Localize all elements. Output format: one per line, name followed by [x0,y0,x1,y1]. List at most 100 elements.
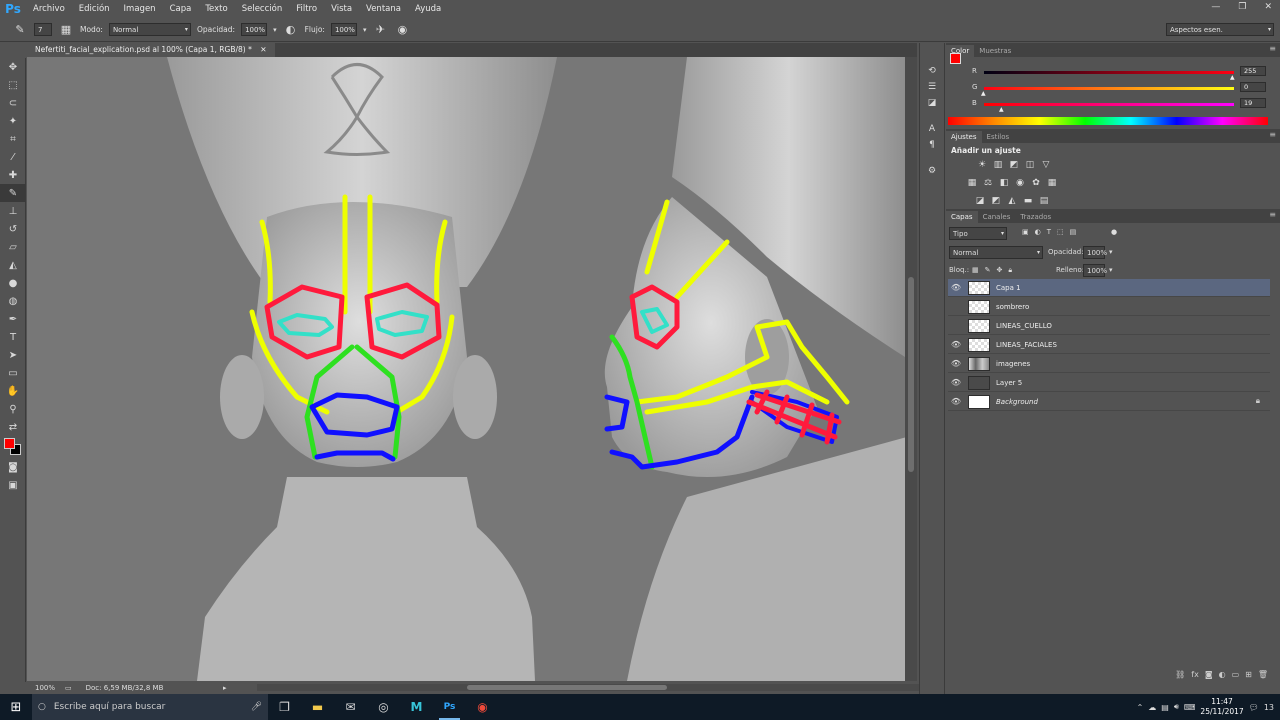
paragraph-panel-icon[interactable]: ¶ [920,137,944,153]
clock[interactable]: 11:47 25/11/2017 [1200,697,1243,717]
chrome-icon[interactable]: ◉ [466,694,499,720]
screen-mode-icon[interactable]: ▣ [0,476,26,494]
fill-input[interactable]: 100% [1083,264,1107,277]
selective-color-icon[interactable]: ▤ [1038,195,1050,207]
visibility-eye-icon[interactable]: 👁︎ [948,397,964,406]
filter-type-icon[interactable]: T [1047,228,1051,236]
mail-icon[interactable]: ✉ [334,694,367,720]
tab-muestras[interactable]: Muestras [974,45,1016,57]
add-mask-icon[interactable]: ◙ [1205,670,1213,684]
panel-menu-icon[interactable]: ≡ [1269,210,1276,219]
lock-transparent-icon[interactable]: ▦ [972,266,979,275]
slider-r[interactable]: R ▲ 255 [972,66,1272,81]
slider-r-caret-icon[interactable]: ▲ [1230,74,1235,81]
layer-row[interactable]: sombrero [948,298,1270,316]
brush-settings-icon[interactable]: ⚙ [920,163,944,179]
close-icon[interactable]: ✕ [1264,2,1272,12]
properties-panel-icon[interactable]: ☰ [920,79,944,95]
layer-opacity-dropdown-icon[interactable]: ▾ [1109,248,1113,256]
brush-tool-icon[interactable]: ✎ [0,184,26,202]
volume-icon[interactable]: 🔊︎ [1174,702,1179,712]
vertical-scrollbar[interactable] [905,57,917,681]
new-group-icon[interactable]: ▭ [1232,670,1240,684]
shape-tool-icon[interactable]: ▭ [0,364,26,382]
windows-start-icon[interactable]: ⊞ [0,694,32,720]
crop-tool-icon[interactable]: ⌗ [0,130,26,148]
tray-chevron-icon[interactable]: ⌃ [1137,703,1144,712]
dodge-tool-icon[interactable]: ◍ [0,292,26,310]
history-panel-icon[interactable]: ⟲ [920,63,944,79]
flow-dropdown-icon[interactable]: ▾ [363,26,367,34]
clone-stamp-tool-icon[interactable]: ⊥ [0,202,26,220]
slider-b-value[interactable]: 19 [1240,98,1266,108]
channel-mixer-icon[interactable]: ✿ [1030,177,1042,189]
file-explorer-icon[interactable]: ▬ [301,694,334,720]
fill-dropdown-icon[interactable]: ▾ [1109,266,1113,274]
status-arrow-icon[interactable]: ▸ [223,684,227,692]
task-view-icon[interactable]: ❐ [268,694,301,720]
menu-archivo[interactable]: Archivo [26,4,72,14]
layer-name[interactable]: Capa 1 [996,284,1021,292]
history-brush-tool-icon[interactable]: ↺ [0,220,26,238]
menu-ayuda[interactable]: Ayuda [408,4,448,14]
new-layer-icon[interactable]: ⊞ [1245,670,1252,684]
photo-filter-icon[interactable]: ◉ [1014,177,1026,189]
layer-style-icon[interactable]: fx [1191,670,1199,684]
microphone-icon[interactable]: 🎤︎ [251,702,262,712]
filter-adjustment-icon[interactable]: ◐ [1035,228,1041,236]
posterize-icon[interactable]: ◩ [990,195,1002,207]
gradient-map-icon[interactable]: ▬ [1022,195,1034,207]
levels-icon[interactable]: ▥ [992,159,1004,171]
workspace-select[interactable]: Aspectos esen. ▾ [1166,23,1274,36]
invert-icon[interactable]: ◪ [974,195,986,207]
filter-pixel-icon[interactable]: ▣ [1022,228,1029,236]
marquee-tool-icon[interactable]: ⬚ [0,76,26,94]
layer-name[interactable]: imagenes [996,360,1030,368]
slider-g-caret-icon[interactable]: ▲ [981,90,986,97]
foreground-color-swatch[interactable] [4,438,15,449]
layer-name[interactable]: Layer 5 [996,379,1022,387]
tab-capas[interactable]: Capas [946,211,978,223]
blend-mode-select[interactable]: Normal ▾ [949,246,1043,259]
link-layers-icon[interactable]: ⛓ [1175,670,1185,684]
quick-select-tool-icon[interactable]: ✦ [0,112,26,130]
brush-size-picker[interactable]: 7 [34,23,52,36]
delete-layer-icon[interactable]: 🗑︎ [1258,670,1268,684]
menu-texto[interactable]: Texto [198,4,234,14]
layer-name[interactable]: LINEAS_FACIALES [996,341,1057,349]
panel-menu-icon[interactable]: ≡ [1269,44,1276,53]
visibility-eye-icon[interactable]: 👁︎ [948,378,964,387]
layer-opacity-input[interactable]: 100% [1083,246,1107,259]
slider-g[interactable]: G ▲ 0 [972,82,1272,97]
layer-row[interactable]: 👁︎ LINEAS_FACIALES [948,336,1270,354]
opacity-input[interactable]: 100% [241,23,268,36]
airbrush-icon[interactable]: ✈ [372,22,388,38]
slider-b[interactable]: B ▲ 19 [972,98,1272,113]
blur-tool-icon[interactable]: ● [0,274,26,292]
color-lookup-icon[interactable]: ▦ [1046,177,1058,189]
healing-brush-tool-icon[interactable]: ✚ [0,166,26,184]
layer-filter-select[interactable]: Tipo ▾ [949,227,1007,240]
canvas-image[interactable] [27,57,905,681]
filter-shape-icon[interactable]: ⬚ [1057,228,1064,236]
lasso-tool-icon[interactable]: ⊂ [0,94,26,112]
color-balance-icon[interactable]: ⚖ [982,177,994,189]
panel-menu-icon[interactable]: ≡ [1269,130,1276,139]
menu-seleccion[interactable]: Selección [235,4,290,14]
color-spectrum-bar[interactable] [948,117,1268,125]
lock-image-icon[interactable]: ✎ [985,266,991,275]
color-swatches[interactable] [0,436,26,458]
taskbar-search[interactable]: ○ Escribe aquí para buscar 🎤︎ [32,694,268,720]
tab-trazados[interactable]: Trazados [1015,211,1056,223]
menu-capa[interactable]: Capa [163,4,199,14]
eyedropper-tool-icon[interactable]: ⁄ [0,148,26,166]
paint-bucket-tool-icon[interactable]: ◭ [0,256,26,274]
swap-colors-icon[interactable]: ⇄ [0,418,26,436]
threshold-icon[interactable]: ◭ [1006,195,1018,207]
vibrance-icon[interactable]: ▽ [1040,159,1052,171]
lock-all-icon[interactable]: 🔒︎ [1008,266,1012,275]
opacity-dropdown-icon[interactable]: ▾ [273,26,277,34]
notifications-icon[interactable]: 💬︎ [1249,703,1259,712]
tab-ajustes[interactable]: Ajustes [946,131,982,143]
slider-r-value[interactable]: 255 [1240,66,1266,76]
